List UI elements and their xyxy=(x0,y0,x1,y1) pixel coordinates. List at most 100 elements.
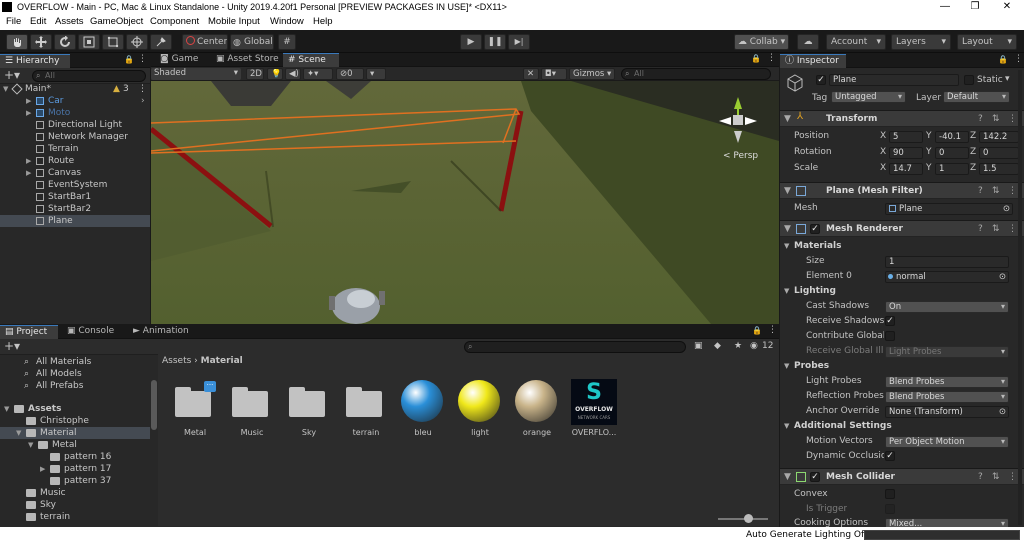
hidden-objects-toggle[interactable]: ⊘0 xyxy=(336,68,364,80)
filter-by-label-icon[interactable]: ◆ xyxy=(714,341,721,351)
mesh-collider-enabled-checkbox[interactable]: ✓ xyxy=(810,472,820,482)
asset-music[interactable]: Music xyxy=(227,379,277,439)
play-button[interactable]: ▶ xyxy=(460,34,482,50)
layers-dropdown[interactable]: Layers ▾ xyxy=(891,34,951,50)
2d-toggle[interactable]: 2D xyxy=(246,68,264,80)
asset-bleu[interactable]: bleu xyxy=(398,379,448,439)
eye-icon[interactable]: ◉ xyxy=(750,341,758,351)
motion-vectors-dropdown[interactable]: Per Object Motion xyxy=(885,436,1009,448)
dynamic-occlusion-checkbox[interactable]: ✓ xyxy=(885,451,895,461)
create-asset-button[interactable]: +▾ xyxy=(4,339,20,353)
lighting-foldout-label[interactable]: Lighting xyxy=(794,284,836,299)
more-options-icon[interactable]: ⋮ xyxy=(1014,54,1023,64)
help-icon[interactable]: ? xyxy=(978,111,983,127)
collapse-arrow-icon[interactable]: ▼ xyxy=(784,359,789,374)
camera-settings-dropdown[interactable]: ◘▾ xyxy=(541,68,567,80)
cooking-options-dropdown[interactable]: Mixed... xyxy=(885,518,1009,527)
project-folder-metal[interactable]: ▼ Metal xyxy=(0,439,150,451)
custom-tool-button[interactable] xyxy=(150,34,172,50)
object-name-input[interactable]: Plane xyxy=(829,74,959,86)
more-options-icon[interactable]: ⋮ xyxy=(138,54,147,64)
scale-y-input[interactable]: 1 xyxy=(935,163,969,175)
breadcrumb-assets[interactable]: Assets xyxy=(162,356,191,366)
help-icon[interactable]: ? xyxy=(978,183,983,199)
more-options-icon[interactable]: ⋮ xyxy=(1008,469,1017,485)
tab-console[interactable]: ▣ Console xyxy=(62,325,124,339)
lock-icon[interactable]: 🔒 xyxy=(998,55,1008,64)
hierarchy-item-eventsystem[interactable]: EventSystem xyxy=(0,179,150,191)
hierarchy-item-route[interactable]: ▶ Route xyxy=(0,155,150,167)
hierarchy-item-startbar1[interactable]: StartBar1 xyxy=(0,191,150,203)
minimize-button[interactable]: — xyxy=(930,0,960,14)
collapse-arrow-icon[interactable]: ▼ xyxy=(784,419,789,434)
preset-icon[interactable]: ⇅ xyxy=(992,111,1000,127)
additional-settings-foldout-label[interactable]: Additional Settings xyxy=(794,419,892,434)
cast-shadows-dropdown[interactable]: On xyxy=(885,301,1009,313)
effects-dropdown[interactable]: ✦▾ xyxy=(303,68,333,80)
mesh-renderer-enabled-checkbox[interactable]: ✓ xyxy=(810,224,820,234)
menu-mobile-input[interactable]: Mobile Input xyxy=(208,14,260,30)
tab-game[interactable]: ◙ Game xyxy=(155,53,207,67)
help-icon[interactable]: ? xyxy=(978,221,983,237)
menu-edit[interactable]: Edit xyxy=(30,14,46,30)
preset-icon[interactable]: ⇅ xyxy=(992,183,1000,199)
icon-size-slider[interactable] xyxy=(718,518,768,520)
more-options-icon[interactable]: ⋮ xyxy=(767,53,776,63)
more-options-icon[interactable]: ⋮ xyxy=(1008,183,1017,199)
rotate-tool-button[interactable] xyxy=(54,34,76,50)
lighting-toggle[interactable]: 💡 xyxy=(267,68,283,80)
hand-tool-button[interactable] xyxy=(6,34,28,50)
asset-sky[interactable]: Sky xyxy=(284,379,334,439)
project-search-input[interactable]: ⌕ xyxy=(464,341,686,353)
position-z-input[interactable]: 142.2 xyxy=(979,131,1019,143)
mesh-collider-header[interactable]: ▼ ✓ Mesh Collider ? ⇅ ⋮ xyxy=(780,468,1024,485)
rotation-x-input[interactable]: 90 xyxy=(889,147,923,159)
collapse-arrow-icon[interactable]: ▼ xyxy=(784,284,789,299)
collab-dropdown[interactable]: ☁ Collab ▾ xyxy=(734,34,789,50)
expand-arrow-icon[interactable]: ▶ xyxy=(26,155,34,167)
mesh-filter-header[interactable]: ▼ Plane (Mesh Filter) ? ⇅ ⋮ xyxy=(780,182,1024,199)
scale-tool-button[interactable] xyxy=(78,34,100,50)
expand-arrow-icon[interactable]: ▼ xyxy=(16,427,24,439)
probes-foldout-label[interactable]: Probes xyxy=(794,359,829,374)
menu-file[interactable]: File xyxy=(6,14,21,30)
convex-checkbox[interactable] xyxy=(885,489,895,499)
expand-arrow-icon[interactable]: ▶ xyxy=(40,463,48,475)
project-folder-assets[interactable]: ▼ Assets xyxy=(0,403,150,415)
hierarchy-item-moto[interactable]: ▶ Moto xyxy=(0,107,150,119)
scene-tools-button[interactable]: ✕ xyxy=(523,68,539,80)
lock-icon[interactable]: 🔒 xyxy=(752,326,762,335)
maximize-button[interactable]: ❐ xyxy=(960,0,990,14)
step-button[interactable]: ▶| xyxy=(508,34,530,50)
project-folder-pattern-37[interactable]: pattern 37 xyxy=(0,475,150,487)
chevron-down-icon[interactable]: ▾ xyxy=(1005,74,1010,84)
scale-z-input[interactable]: 1.5 xyxy=(979,163,1019,175)
expand-arrow-icon[interactable]: ▶ xyxy=(26,107,34,119)
asset-metal[interactable]: ··· Metal xyxy=(170,379,220,439)
inspector-scrollbar[interactable] xyxy=(1018,70,1022,525)
position-y-input[interactable]: -40.1 xyxy=(935,131,969,143)
projection-label[interactable]: < Persp xyxy=(723,151,758,161)
move-tool-button[interactable] xyxy=(30,34,52,50)
scene-search-input[interactable]: ⌕ All xyxy=(621,68,771,80)
materials-size-input[interactable]: 1 xyxy=(885,256,1009,268)
favorite-all-prefabs[interactable]: ⌕ All Prefabs xyxy=(0,380,150,392)
hierarchy-scene-row[interactable]: ▼ Main* ▲ 3 ⋮ xyxy=(0,83,150,95)
project-folder-pattern-17[interactable]: ▶ pattern 17 xyxy=(0,463,150,475)
close-button[interactable]: ✕ xyxy=(992,0,1022,14)
hierarchy-item-car[interactable]: ▶ Car › xyxy=(0,95,150,107)
object-picker-icon[interactable]: ⊙ xyxy=(999,272,1006,282)
expand-arrow-icon[interactable]: ▶ xyxy=(26,167,34,179)
hierarchy-item-network-manager[interactable]: Network Manager xyxy=(0,131,150,143)
favorite-star-icon[interactable]: ★ xyxy=(734,341,742,351)
hierarchy-item-canvas[interactable]: ▶ Canvas xyxy=(0,167,150,179)
mesh-object-field[interactable]: Plane ⊙ xyxy=(885,203,1013,215)
pivot-global-button[interactable]: ◍ Global xyxy=(230,34,274,50)
asset-light[interactable]: light xyxy=(455,379,505,439)
object-picker-icon[interactable]: ⊙ xyxy=(999,407,1006,417)
layer-dropdown[interactable]: Default xyxy=(943,91,1010,103)
more-options-icon[interactable]: ⋮ xyxy=(138,83,147,95)
hierarchy-search-input[interactable]: ⌕ All xyxy=(32,70,146,82)
breadcrumb-material[interactable]: Material xyxy=(201,356,243,366)
more-options-icon[interactable]: ⋮ xyxy=(768,325,777,335)
